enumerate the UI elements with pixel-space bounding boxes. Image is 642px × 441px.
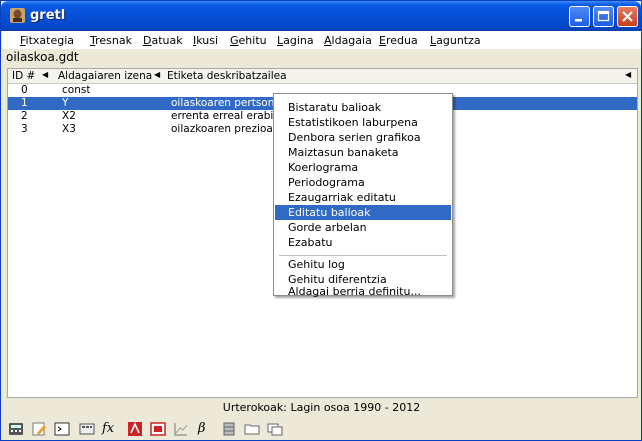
menu-item-gehitu-log[interactable]: Gehitu log [275,257,451,272]
menu-item-koerlograma[interactable]: Koerlograma [275,160,451,175]
header-label[interactable]: Etiketa deskribatzailea [167,70,287,82]
menu-laguntza[interactable]: Laguntza [430,34,481,47]
terminal-icon[interactable] [54,421,70,437]
menu-eredua[interactable]: Eredua [379,34,418,47]
menu-item-estatistikoen-laburpena[interactable]: Estatistikoen laburpena [275,115,451,130]
row-id: 1 [21,97,28,109]
close-icon [622,11,633,22]
list-header: ID # ◀ Aldagaiaren izena ◀ Etiketa deskr… [8,69,637,84]
toolbar: fx β [2,418,641,440]
calculator-icon[interactable] [8,421,24,437]
minimize-button[interactable] [569,6,590,27]
menu-item-denbora-serien-grafikoa[interactable]: Denbora serien grafikoa [275,130,451,145]
database-icon[interactable] [221,421,237,437]
menu-ikusi[interactable]: Ikusi [193,34,218,47]
menu-item-periodograma[interactable]: Periodograma [275,175,451,190]
edit-icon[interactable] [31,421,47,437]
menu-fitxategia[interactable]: Fitxategia [20,34,74,47]
pdf-icon[interactable] [127,421,143,437]
session-icon[interactable] [79,421,95,437]
row-id: 3 [21,123,28,135]
row-name: X3 [62,123,76,135]
row-name: Y [62,97,69,109]
close-button[interactable] [617,6,638,27]
menu-bar: Fitxategia Tresnak Datuak Ikusi Gehitu L… [2,31,641,49]
beta-icon[interactable]: β [198,421,214,437]
header-name[interactable]: Aldagaiaren izena [58,70,152,82]
menu-tresnak[interactable]: Tresnak [90,34,132,47]
menu-item-maiztasun-banaketa[interactable]: Maiztasun banaketa [275,145,451,160]
context-menu: Bistaratu balioak Estatistikoen laburpen… [273,93,453,297]
minimize-icon [575,19,582,22]
menu-item-gorde-arbelan[interactable]: Gorde arbelan [275,220,451,235]
gretl-app-icon[interactable] [9,7,26,24]
window-title: gretl [30,8,66,23]
menu-separator [279,255,447,256]
menu-gehitu[interactable]: Gehitu [230,34,267,47]
row-id: 0 [21,84,28,96]
menu-lagina[interactable]: Lagina [277,34,314,47]
folder-icon[interactable] [244,421,260,437]
status-bar: Urterokoak: Lagin osoa 1990 - 2012 [222,401,421,414]
menu-item-bistaratu-balioak[interactable]: Bistaratu balioak [275,100,451,115]
menu-aldagaia[interactable]: Aldagaia [324,34,372,47]
row-name: X2 [62,110,76,122]
gretl-window: gretl Fitxategia Tresnak Datuak Ikusi Ge… [0,0,642,441]
menu-item-editatu-balioak[interactable]: Editatu balioak [275,205,451,220]
header-sort-arrow-icon[interactable]: ◀ [42,70,48,79]
header-sort-arrow-icon[interactable]: ◀ [154,70,160,79]
function-icon[interactable]: fx [102,421,118,437]
menu-datuak[interactable]: Datuak [143,34,183,47]
header-scroll-left-icon[interactable]: ◀ [625,70,631,79]
maximize-icon [597,10,610,22]
menu-item-ezabatu[interactable]: Ezabatu [275,235,451,250]
row-label: oilazkoaren prezioa, e [171,123,273,135]
row-label: errenta erreal erabil [171,110,273,122]
title-bar[interactable]: gretl [1,1,641,31]
menu-item-ezaugarriak-editatu[interactable]: Ezaugarriak editatu [275,190,451,205]
dataset-filename: oilaskoa.gdt [6,50,79,64]
maximize-button[interactable] [593,6,614,27]
row-name: const [62,84,91,96]
model-icon[interactable] [150,421,166,437]
menu-item-aldagai-berria-definitu[interactable]: Aldagai berria definitu... [275,286,451,297]
row-label: oilaskoaren pertsona [171,97,275,109]
header-id[interactable]: ID # [12,70,35,82]
row-id: 2 [21,110,28,122]
windows-icon[interactable] [267,421,283,437]
graph-icon[interactable] [173,421,189,437]
